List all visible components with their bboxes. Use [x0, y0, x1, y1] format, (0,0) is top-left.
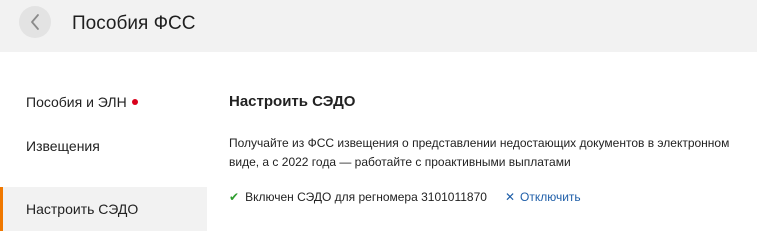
check-icon: ✔: [229, 190, 240, 204]
disable-link-label: Отключить: [520, 190, 581, 204]
back-button[interactable]: [19, 6, 51, 38]
page-title: Пособия ФСС: [72, 13, 196, 34]
sidebar-item-setup-sedo[interactable]: Настроить СЭДО: [0, 187, 207, 231]
chevron-left-icon: [31, 14, 39, 30]
sidebar-item-label: Пособия и ЭЛН: [26, 94, 127, 110]
notification-dot: [131, 99, 138, 105]
sidebar-item-benefits[interactable]: Пособия и ЭЛН: [0, 80, 207, 124]
sidebar: Пособия и ЭЛН Извещения Настроить СЭДО: [0, 52, 207, 247]
header-bar: Пособия ФСС: [0, 0, 757, 52]
status-row: ✔ Включен СЭДО для регномера 3101011870 …: [229, 190, 581, 204]
x-icon: ✕: [504, 190, 516, 204]
sidebar-item-notices[interactable]: Извещения: [0, 124, 207, 168]
sidebar-item-label: Извещения: [26, 138, 100, 154]
section-title: Настроить СЭДО: [229, 93, 356, 110]
section-description: Получайте из ФСС извещения о представлен…: [229, 136, 730, 169]
status-text: Включен СЭДО для регномера 3101011870: [245, 190, 487, 204]
disable-link[interactable]: ✕ Отключить: [505, 190, 581, 204]
sidebar-item-label: Настроить СЭДО: [26, 201, 139, 217]
